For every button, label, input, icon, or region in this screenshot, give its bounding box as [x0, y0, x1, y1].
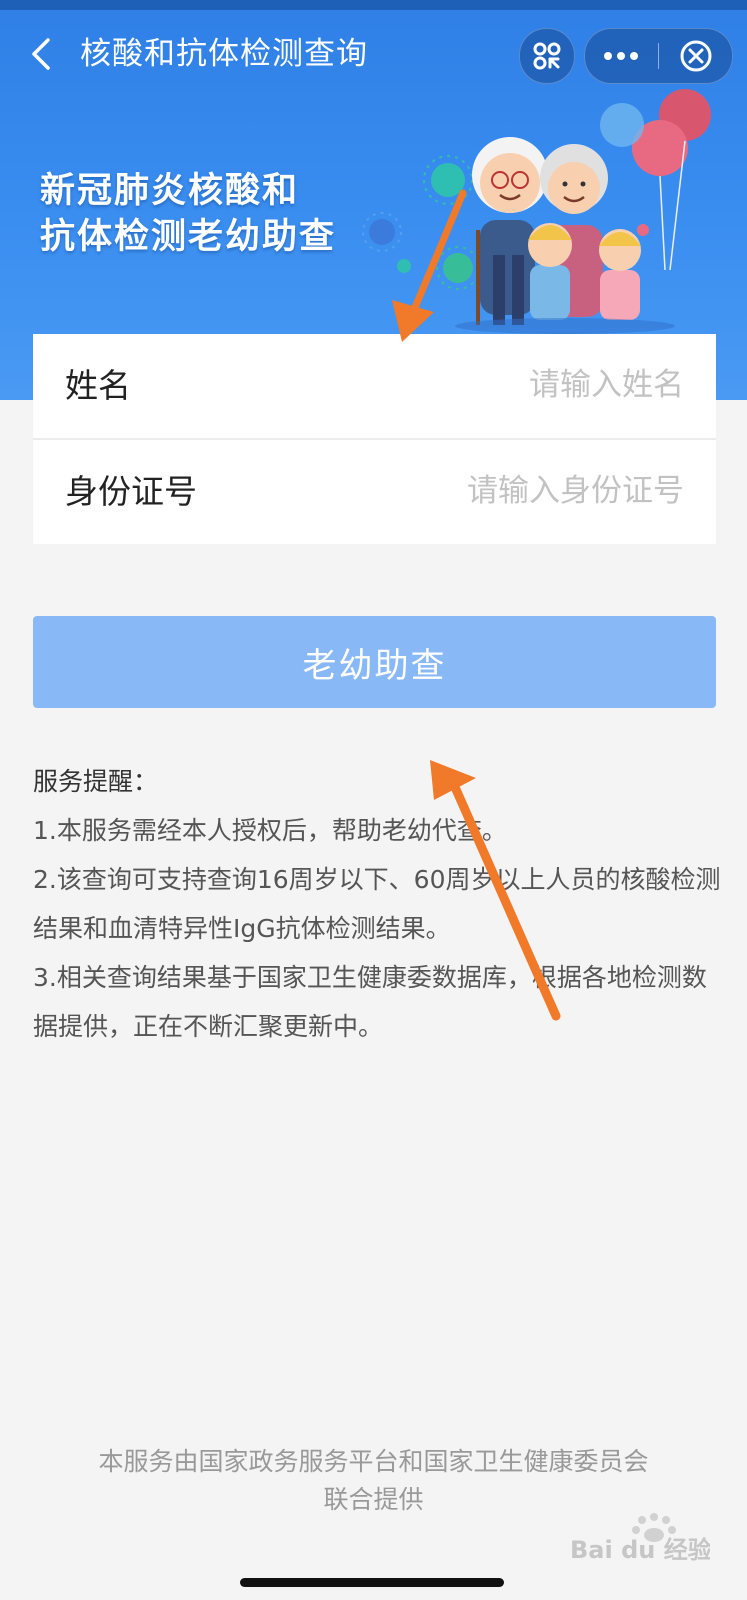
family-balloons-illustration: [362, 89, 711, 334]
status-bar: [0, 0, 747, 10]
more-dots-icon: [604, 52, 638, 60]
query-form: 姓名 身份证号: [33, 334, 716, 544]
id-number-label: 身份证号: [65, 472, 197, 511]
baidu-jingyan-watermark: Bai du 经验: [570, 1513, 710, 1564]
scan-button[interactable]: [519, 28, 575, 84]
close-circle-icon: [680, 40, 712, 72]
app-screen: 核酸和抗体检测查询 新冠肺炎核酸和 抗体检测老幼助查 姓名 请输入姓名 身份证号…: [0, 0, 747, 1600]
notice-title: 服务提醒：: [33, 767, 159, 796]
footer-line1: 本服务由国家政务服务平台和国家卫生健康委员会: [98, 1447, 649, 1476]
name-row: 姓名: [33, 334, 716, 438]
name-label: 姓名: [65, 366, 131, 405]
notice-item: 3.相关查询结果基于国家卫生健康委数据库，根据各地检测数据提供，正在不断汇聚更新…: [33, 963, 707, 1041]
more-button[interactable]: [585, 29, 657, 83]
capsule-divider: [658, 43, 659, 69]
id-number-row: 身份证号: [33, 440, 716, 544]
name-input[interactable]: [342, 358, 686, 412]
notice-item: 1.本服务需经本人授权后，帮助老幼代查。: [33, 816, 507, 845]
footer-credit: 本服务由国家政务服务平台和国家卫生健康委员会 联合提供: [40, 1443, 707, 1519]
notice-item: 2.该查询可支持查询16周岁以下、60周岁以上人员的核酸检测结果和血清特异性Ig…: [33, 865, 721, 943]
scan-icon: [533, 42, 561, 70]
id-number-input[interactable]: [342, 464, 686, 518]
submit-query-button[interactable]: 老幼助查: [33, 616, 716, 708]
svg-text:Bai du 经验: Bai du 经验: [570, 1536, 710, 1564]
chevron-left-icon[interactable]: [26, 36, 62, 72]
service-notice: 服务提醒： 1.本服务需经本人授权后，帮助老幼代查。 2.该查询可支持查询16周…: [33, 758, 723, 1051]
close-button[interactable]: [661, 29, 731, 83]
home-indicator: [240, 1578, 504, 1587]
page-title: 核酸和抗体检测查询: [80, 36, 368, 72]
mini-program-capsule: [584, 28, 733, 84]
